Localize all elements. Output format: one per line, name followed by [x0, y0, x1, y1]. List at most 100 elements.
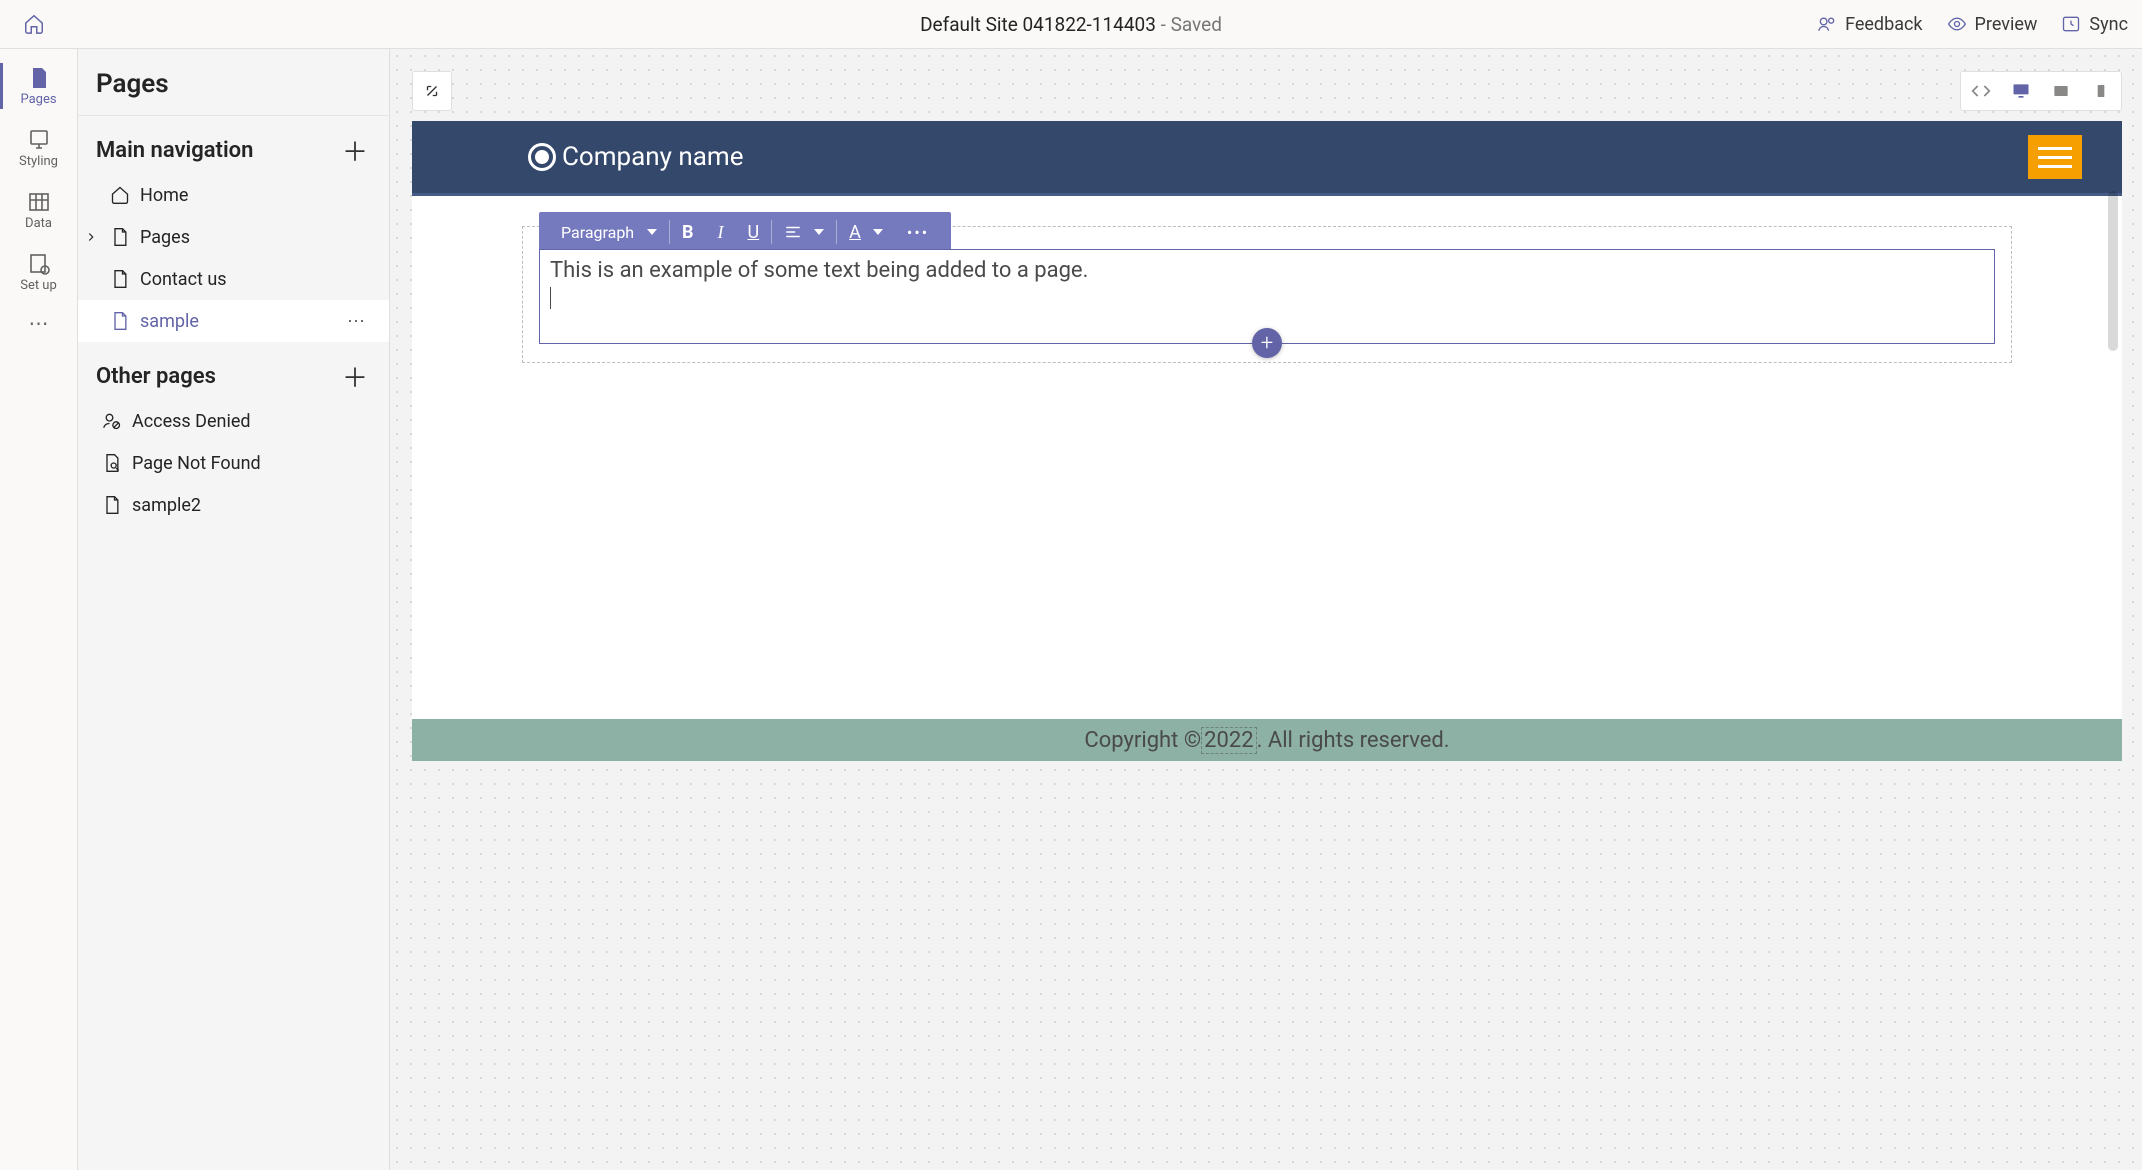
site-title: Default Site 041822-114403 - Saved	[920, 13, 1222, 36]
text-editor-toolbar: Paragraph B I U A •	[539, 212, 951, 252]
panel-title: Pages	[78, 49, 389, 116]
text-section[interactable]: Paragraph B I U A •	[522, 226, 2012, 363]
add-main-nav-page-button[interactable]: ＋	[339, 134, 371, 166]
titlebar: Default Site 041822-114403 - Saved Feedb…	[0, 0, 2142, 49]
page-icon	[110, 311, 130, 331]
feedback-button[interactable]: Feedback	[1817, 14, 1922, 35]
preview-icon	[1947, 14, 1967, 34]
preview-footer: Copyright © 2022 . All rights reserved.	[412, 719, 2122, 761]
chevron-right-icon	[84, 230, 98, 244]
page-search-icon	[102, 453, 122, 473]
add-other-page-button[interactable]: ＋	[339, 360, 371, 392]
canvas: Company name Paragraph B I U	[390, 49, 2142, 1170]
other-item-sample2[interactable]: sample2	[78, 484, 389, 526]
mobile-view-button[interactable]	[2081, 72, 2121, 110]
nav-item-pages[interactable]: Pages	[78, 216, 389, 258]
rail-styling[interactable]: Styling	[0, 117, 77, 179]
align-left-icon	[784, 223, 802, 241]
add-block-button[interactable]: +	[1252, 328, 1282, 358]
font-color-dropdown[interactable]: A	[837, 212, 895, 252]
page-icon	[102, 495, 122, 515]
text-cursor	[550, 287, 551, 309]
body-text: This is an example of some text being ad…	[550, 258, 1088, 283]
more-formatting-button[interactable]: •••	[895, 212, 941, 252]
logo-icon	[528, 143, 556, 171]
sync-icon	[2061, 14, 2081, 34]
section-other-title: Other pages	[96, 364, 216, 389]
paragraph-label: Paragraph	[561, 223, 634, 242]
preview-header: Company name	[412, 121, 2122, 196]
rail-setup[interactable]: Set up	[0, 241, 77, 303]
section-main-nav-title: Main navigation	[96, 138, 253, 163]
nav-item-home[interactable]: Home	[78, 174, 389, 216]
footer-suffix: . All rights reserved.	[1257, 728, 1450, 753]
rail-pages-label: Pages	[20, 92, 56, 107]
desktop-icon	[2011, 81, 2031, 101]
page-icon	[110, 227, 130, 247]
tablet-icon	[2051, 81, 2071, 101]
nav-item-contact[interactable]: Contact us	[78, 258, 389, 300]
desktop-view-button[interactable]	[2001, 72, 2041, 110]
rail-setup-label: Set up	[20, 278, 57, 293]
nav-item-home-label: Home	[140, 185, 188, 206]
access-denied-icon	[102, 411, 122, 431]
nav-item-pages-label: Pages	[140, 227, 190, 248]
saved-indicator: - Saved	[1161, 13, 1222, 36]
scrollbar[interactable]	[2108, 191, 2118, 351]
section-main-nav: Main navigation ＋	[78, 116, 389, 174]
section-other: Other pages ＋	[78, 342, 389, 400]
align-dropdown[interactable]	[772, 212, 836, 252]
more-button[interactable]: ⋯	[347, 311, 371, 332]
page-icon	[27, 66, 51, 90]
home-button[interactable]	[14, 4, 54, 44]
nav-item-sample-label: sample	[140, 311, 199, 332]
rail-more[interactable]: ⋯	[0, 303, 77, 343]
rail-pages[interactable]: Pages	[0, 55, 77, 117]
bold-button[interactable]: B	[670, 212, 706, 252]
paragraph-style-dropdown[interactable]: Paragraph	[549, 212, 669, 252]
feedback-icon	[1817, 14, 1837, 34]
home-icon	[110, 185, 130, 205]
data-icon	[27, 190, 51, 214]
other-item-access-denied[interactable]: Access Denied	[78, 400, 389, 442]
rail-data[interactable]: Data	[0, 179, 77, 241]
device-toggle	[1960, 71, 2122, 111]
preview-button[interactable]: Preview	[1947, 14, 2038, 35]
canvas-toolbar	[412, 71, 2122, 111]
resize-handle-button[interactable]	[412, 71, 452, 111]
feedback-label: Feedback	[1845, 14, 1922, 35]
rail-data-label: Data	[25, 216, 52, 231]
styling-icon	[27, 128, 51, 152]
sync-button[interactable]: Sync	[2061, 14, 2128, 35]
other-item-not-found-label: Page Not Found	[132, 453, 261, 474]
pages-panel: Pages Main navigation ＋ Home Pages Conta…	[78, 49, 390, 1170]
page-preview: Company name Paragraph B I U	[412, 121, 2122, 761]
code-icon	[1971, 81, 1991, 101]
hamburger-menu-button[interactable]	[2028, 135, 2082, 179]
tablet-view-button[interactable]	[2041, 72, 2081, 110]
underline-button[interactable]: U	[736, 212, 772, 252]
text-input-block[interactable]: This is an example of some text being ad…	[539, 249, 1995, 344]
setup-icon	[27, 252, 51, 276]
footer-year[interactable]: 2022	[1201, 727, 1256, 754]
resize-icon	[423, 82, 441, 100]
preview-content: Paragraph B I U A •	[412, 196, 2122, 403]
site-name-text: Default Site 041822-114403	[920, 13, 1156, 36]
company-name: Company name	[562, 142, 744, 172]
nav-item-sample[interactable]: sample ⋯	[78, 300, 389, 342]
other-item-access-denied-label: Access Denied	[132, 411, 251, 432]
nav-item-contact-label: Contact us	[140, 269, 227, 290]
nav-rail: Pages Styling Data Set up ⋯	[0, 49, 78, 1170]
titlebar-actions: Feedback Preview Sync	[1817, 14, 2128, 35]
italic-button[interactable]: I	[706, 212, 736, 252]
rail-styling-label: Styling	[19, 154, 58, 169]
sync-label: Sync	[2089, 14, 2128, 35]
mobile-icon	[2093, 81, 2109, 101]
code-view-button[interactable]	[1961, 72, 2001, 110]
other-item-not-found[interactable]: Page Not Found	[78, 442, 389, 484]
preview-label: Preview	[1975, 14, 2038, 35]
footer-prefix: Copyright ©	[1084, 728, 1201, 753]
other-item-sample2-label: sample2	[132, 495, 201, 516]
ellipsis-icon: ⋯	[29, 311, 49, 335]
page-icon	[110, 269, 130, 289]
